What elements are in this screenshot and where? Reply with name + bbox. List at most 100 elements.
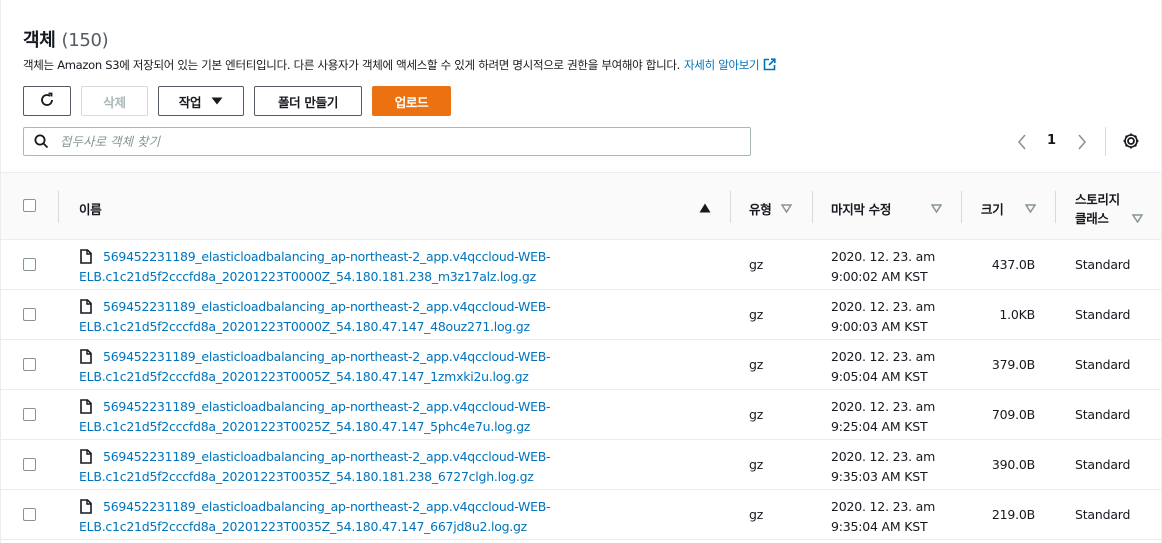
object-name-line2: ELB.c1c21d5f2cccfd8a_20201223T0000Z_54.1… [79, 269, 536, 284]
sort-icon[interactable] [1131, 211, 1144, 226]
modified-date: 2020. 12. 23. am [831, 349, 936, 364]
object-name-line1: 569452231189_elasticloadbalancing_ap-nor… [103, 299, 551, 314]
object-type: gz [749, 257, 764, 272]
row-checkbox[interactable] [23, 358, 36, 371]
object-last-modified: 2020. 12. 23. am 9:00:03 AM KST [831, 297, 935, 337]
upload-button[interactable]: 업로드 [372, 86, 451, 116]
sort-icon[interactable] [780, 201, 793, 216]
table-row[interactable]: 569452231189_elasticloadbalancing_ap-nor… [1, 340, 1161, 390]
table-row[interactable]: 569452231189_elasticloadbalancing_ap-nor… [1, 240, 1161, 290]
object-last-modified: 2020. 12. 23. am 9:00:02 AM KST [831, 247, 935, 287]
refresh-icon [39, 92, 55, 111]
modified-time: 9:05:04 AM KST [831, 369, 928, 384]
refresh-button[interactable] [23, 86, 71, 116]
object-last-modified: 2020. 12. 23. am 9:35:04 AM KST [831, 497, 935, 537]
objects-header: 객체 (150) 객체는 Amazon S3에 저장되어 있는 기본 엔터티입니… [1, 0, 1161, 172]
object-name-link[interactable]: 569452231189_elasticloadbalancing_ap-nor… [79, 447, 619, 487]
object-type: gz [749, 407, 764, 422]
upload-label: 업로드 [394, 94, 429, 110]
objects-panel: 객체 (150) 객체는 Amazon S3에 저장되어 있는 기본 엔터티입니… [0, 0, 1162, 543]
object-name-line2: ELB.c1c21d5f2cccfd8a_20201223T0035Z_54.1… [79, 469, 534, 484]
object-last-modified: 2020. 12. 23. am 9:05:04 AM KST [831, 347, 935, 387]
delete-button-label: 삭제 [103, 94, 126, 110]
column-header-size[interactable]: 크기 [981, 173, 1051, 241]
object-name-link[interactable]: 569452231189_elasticloadbalancing_ap-nor… [79, 397, 619, 437]
table-row[interactable]: 569452231189_elasticloadbalancing_ap-nor… [1, 490, 1161, 540]
actions-label: 작업 [178, 94, 202, 110]
column-storage-class-label-line1: 스토리지 [1075, 192, 1120, 207]
object-name-link[interactable]: 569452231189_elasticloadbalancing_ap-nor… [79, 297, 619, 337]
object-storage-class: Standard [1075, 357, 1131, 372]
delete-button[interactable]: 삭제 [81, 86, 148, 116]
column-divider [961, 191, 962, 223]
object-name-line1: 569452231189_elasticloadbalancing_ap-nor… [103, 399, 551, 414]
column-divider [58, 191, 59, 223]
object-type: gz [749, 357, 764, 372]
modified-time: 9:35:04 AM KST [831, 519, 928, 534]
object-name-line2: ELB.c1c21d5f2cccfd8a_20201223T0025Z_54.1… [79, 419, 531, 434]
modified-time: 9:35:03 AM KST [831, 469, 928, 484]
create-folder-label: 폴더 만들기 [277, 94, 339, 110]
object-size: 219.0B [991, 507, 1035, 522]
column-header-name[interactable]: 이름 [79, 173, 729, 241]
object-count: (150) [61, 30, 109, 51]
object-size: 1.0KB [999, 307, 1035, 322]
object-type: gz [749, 507, 764, 522]
object-size: 379.0B [991, 357, 1035, 372]
column-modified-label: 마지막 수정 [831, 202, 892, 217]
table-row[interactable]: 569452231189_elasticloadbalancing_ap-nor… [1, 290, 1161, 340]
previous-page-icon[interactable] [1016, 130, 1028, 154]
external-link-icon[interactable] [763, 58, 776, 74]
table-row[interactable]: 569452231189_elasticloadbalancing_ap-nor… [1, 390, 1161, 440]
modified-time: 9:00:03 AM KST [831, 319, 928, 334]
search-icon [34, 134, 49, 153]
object-name-line2: ELB.c1c21d5f2cccfd8a_20201223T0005Z_54.1… [79, 369, 529, 384]
object-size: 437.0B [991, 257, 1035, 272]
sort-ascending-icon[interactable] [699, 201, 711, 216]
column-header-type[interactable]: 유형 [749, 173, 809, 241]
current-page-number[interactable]: 1 [1047, 133, 1056, 148]
column-size-label: 크기 [981, 202, 1004, 217]
object-name-link[interactable]: 569452231189_elasticloadbalancing_ap-nor… [79, 347, 619, 387]
learn-more-link[interactable]: 자세히 알아보기 [684, 58, 760, 72]
object-last-modified: 2020. 12. 23. am 9:25:04 AM KST [831, 397, 935, 437]
modified-date: 2020. 12. 23. am [831, 249, 936, 264]
next-page-icon[interactable] [1076, 130, 1088, 154]
actions-dropdown[interactable]: 작업 [158, 86, 244, 116]
table-header: 이름 유형 마지막 수정 크기 스토리지 클래스 [1, 172, 1161, 240]
row-checkbox[interactable] [23, 508, 36, 521]
column-divider [730, 191, 731, 223]
row-checkbox[interactable] [23, 308, 36, 321]
row-checkbox[interactable] [23, 258, 36, 271]
object-name-line2: ELB.c1c21d5f2cccfd8a_20201223T0035Z_54.1… [79, 519, 527, 534]
object-storage-class: Standard [1075, 507, 1131, 522]
object-name-link[interactable]: 569452231189_elasticloadbalancing_ap-nor… [79, 497, 619, 537]
pager-divider [1105, 127, 1106, 156]
search-input[interactable] [58, 131, 738, 152]
header-description: 객체는 Amazon S3에 저장되어 있는 기본 엔터티입니다. 다른 사용자… [23, 57, 776, 74]
object-name-line1: 569452231189_elasticloadbalancing_ap-nor… [103, 499, 551, 514]
sort-icon[interactable] [1024, 201, 1037, 216]
column-type-label: 유형 [749, 202, 772, 217]
row-checkbox[interactable] [23, 408, 36, 421]
object-name-line1: 569452231189_elasticloadbalancing_ap-nor… [103, 349, 551, 364]
sort-icon[interactable] [930, 201, 943, 216]
description-text: 객체는 Amazon S3에 저장되어 있는 기본 엔터티입니다. 다른 사용자… [23, 58, 681, 72]
object-name-link[interactable]: 569452231189_elasticloadbalancing_ap-nor… [79, 247, 619, 287]
object-storage-class: Standard [1075, 307, 1131, 322]
title-text: 객체 [23, 30, 56, 51]
modified-date: 2020. 12. 23. am [831, 399, 936, 414]
select-all-checkbox[interactable] [23, 199, 36, 212]
object-type: gz [749, 307, 764, 322]
row-checkbox[interactable] [23, 458, 36, 471]
object-size: 390.0B [991, 457, 1035, 472]
object-last-modified: 2020. 12. 23. am 9:35:03 AM KST [831, 447, 935, 487]
table-row[interactable]: 569452231189_elasticloadbalancing_ap-nor… [1, 440, 1161, 490]
object-storage-class: Standard [1075, 457, 1131, 472]
column-header-storage-class[interactable]: 스토리지 클래스 [1075, 173, 1155, 241]
create-folder-button[interactable]: 폴더 만들기 [254, 86, 362, 116]
column-divider [1055, 191, 1056, 223]
gear-icon[interactable] [1121, 131, 1141, 155]
object-size: 709.0B [991, 407, 1035, 422]
column-header-modified[interactable]: 마지막 수정 [831, 173, 951, 241]
